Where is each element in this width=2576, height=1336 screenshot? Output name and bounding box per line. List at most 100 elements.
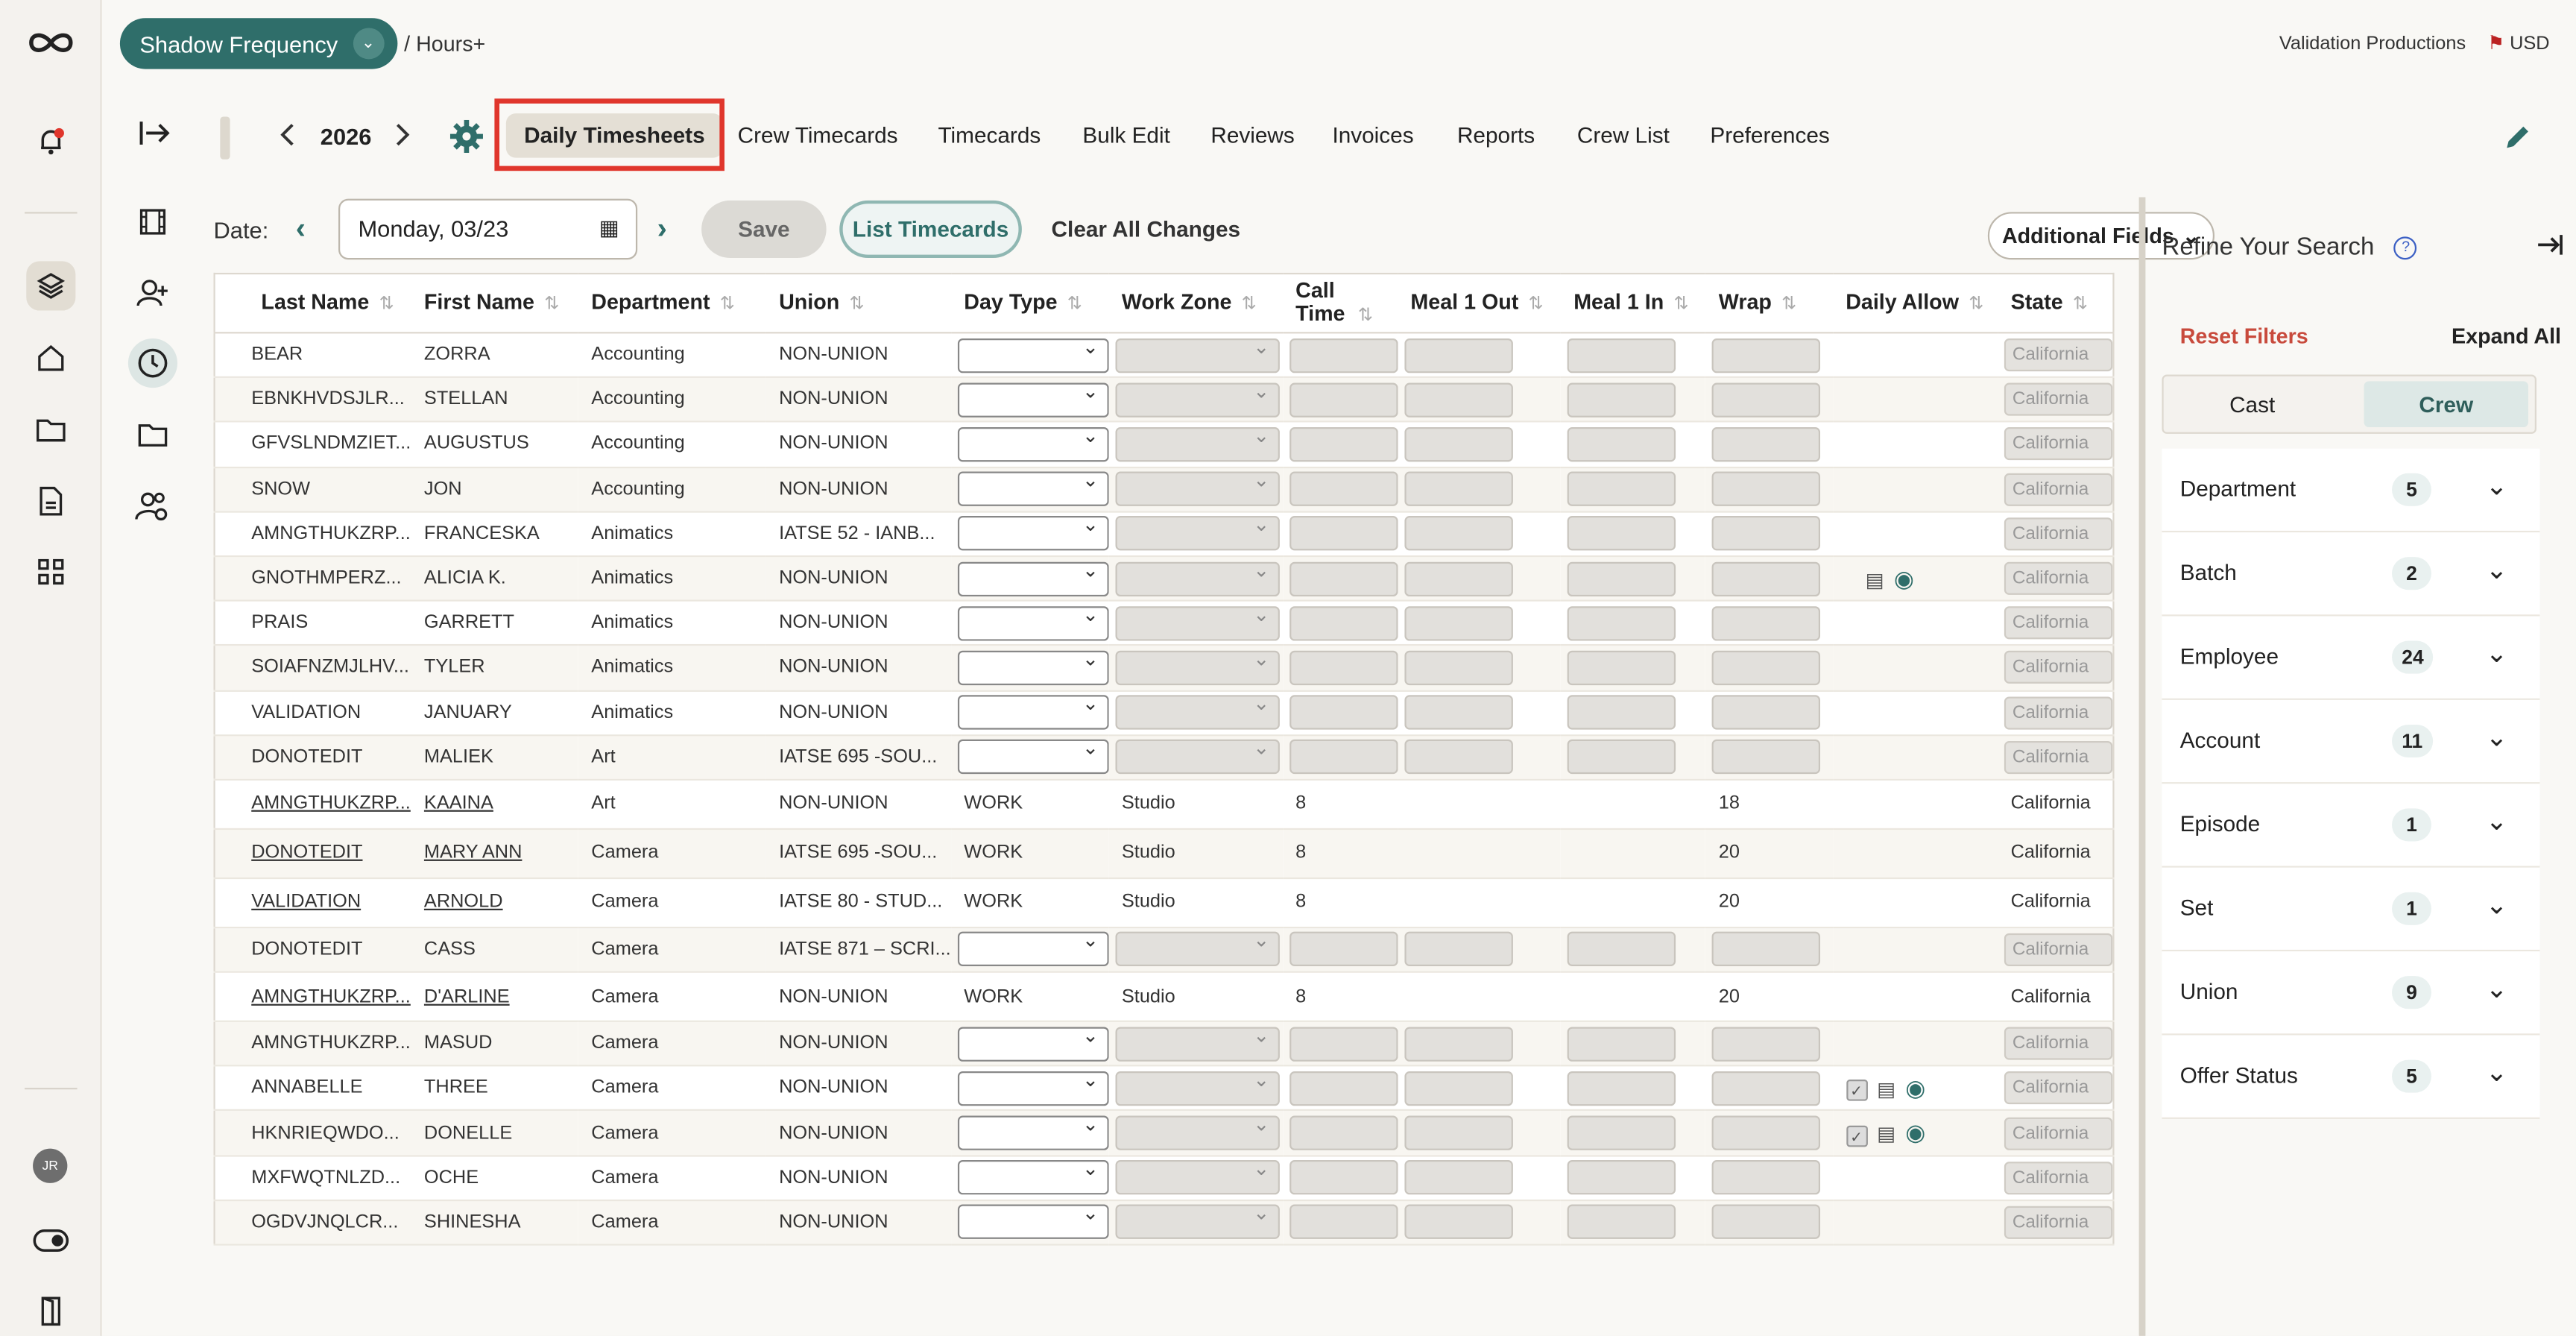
wrap-input[interactable] — [1711, 1115, 1821, 1150]
header-first-name[interactable]: First Name ⇅ — [411, 273, 578, 334]
sort-icon[interactable]: ⇅ — [850, 294, 865, 314]
filter-department[interactable]: Department 5 ⌄ — [2162, 448, 2540, 533]
cell-first-name-text[interactable]: MARY ANN — [424, 843, 522, 863]
home-icon[interactable] — [26, 333, 75, 382]
day-type-select[interactable] — [957, 379, 1109, 418]
meal-1-in-input[interactable] — [1567, 932, 1676, 967]
work-zone-select[interactable] — [1115, 1202, 1280, 1240]
team-settings-icon[interactable] — [128, 482, 177, 531]
cell-last-name-text[interactable]: AMNGTHUKZRP... — [251, 987, 411, 1006]
cell-last-name[interactable]: AMNGTHUKZRP... — [214, 779, 411, 830]
state-field[interactable]: California — [2004, 517, 2113, 550]
sort-icon[interactable]: ⇅ — [2073, 294, 2088, 314]
day-type-select[interactable] — [957, 1068, 1109, 1106]
cell-last-name-text[interactable]: AMNGTHUKZRP... — [251, 794, 411, 813]
state-field[interactable]: California — [2004, 1206, 2113, 1239]
filter-employee[interactable]: Employee 24 ⌄ — [2162, 616, 2540, 700]
clock-icon[interactable] — [127, 338, 178, 388]
chevron-down-icon[interactable]: ⌄ — [2486, 889, 2508, 921]
call-time-input[interactable] — [1289, 932, 1398, 967]
eye-icon[interactable]: ◉ — [1894, 564, 1914, 592]
header-day-type[interactable]: Day Type ⇅ — [950, 273, 1109, 334]
sort-icon[interactable]: ⇅ — [379, 294, 394, 314]
work-zone-select[interactable] — [1115, 468, 1280, 507]
meal-1-out-input[interactable] — [1404, 561, 1513, 596]
work-zone-select[interactable] — [1115, 558, 1280, 596]
expand-sidebar-icon[interactable] — [138, 120, 171, 154]
meal-1-out-input[interactable] — [1404, 740, 1513, 775]
cell-last-name-text[interactable]: VALIDATION — [251, 893, 361, 913]
header-wrap[interactable]: Wrap ⇅ — [1705, 273, 1833, 334]
call-time-input[interactable] — [1289, 1205, 1398, 1240]
tab-reports[interactable]: Reports — [1457, 123, 1535, 148]
work-zone-select[interactable] — [1115, 1068, 1280, 1106]
tab-preferences[interactable]: Preferences — [1710, 123, 1829, 148]
state-field[interactable]: California — [2004, 561, 2113, 595]
tab-reviews[interactable]: Reviews — [1210, 123, 1294, 148]
header-daily-allow[interactable]: Daily Allow ⇅ — [1832, 273, 1998, 334]
meal-1-in-input[interactable] — [1567, 471, 1676, 507]
toggle-icon[interactable] — [26, 1216, 75, 1265]
cell-last-name[interactable]: DONOTEDIT — [214, 828, 411, 879]
work-zone-select[interactable] — [1115, 1112, 1280, 1150]
day-type-select[interactable] — [957, 692, 1109, 730]
state-field[interactable]: California — [2004, 428, 2113, 461]
sort-icon[interactable]: ⇅ — [1358, 306, 1373, 325]
work-zone-select[interactable] — [1115, 737, 1280, 775]
document-icon[interactable] — [26, 476, 75, 526]
header-work-zone[interactable]: Work Zone ⇅ — [1108, 273, 1283, 334]
meal-1-out-input[interactable] — [1404, 471, 1513, 507]
cell-first-name-text[interactable]: ARNOLD — [424, 893, 503, 913]
wrap-input[interactable] — [1711, 426, 1821, 462]
meal-1-out-input[interactable] — [1404, 1115, 1513, 1150]
document-settings-icon[interactable]: ▤ — [1866, 568, 1884, 591]
work-zone-select[interactable] — [1115, 1157, 1280, 1195]
chevron-down-icon[interactable]: ⌄ — [2486, 470, 2508, 502]
work-zone-select[interactable] — [1115, 1023, 1280, 1062]
document-settings-icon[interactable]: ▤ — [1877, 1077, 1895, 1100]
work-zone-select[interactable] — [1115, 379, 1280, 418]
chevron-down-icon[interactable]: ⌄ — [2486, 805, 2508, 838]
expand-all-button[interactable]: Expand All — [2452, 324, 2561, 348]
meal-1-out-input[interactable] — [1404, 695, 1513, 730]
call-time-input[interactable] — [1289, 1026, 1398, 1062]
meal-1-out-input[interactable] — [1404, 516, 1513, 552]
wrap-input[interactable] — [1711, 695, 1821, 730]
edit-pencil-icon[interactable] — [2504, 122, 2534, 160]
state-field[interactable]: California — [2004, 1027, 2113, 1060]
wrap-input[interactable] — [1711, 605, 1821, 640]
day-type-select[interactable] — [957, 602, 1109, 640]
cell-first-name-text[interactable]: D'ARLINE — [424, 987, 510, 1006]
add-user-icon[interactable] — [128, 268, 177, 317]
meal-1-out-input[interactable] — [1404, 1160, 1513, 1195]
segment-cast[interactable]: Cast — [2170, 381, 2334, 427]
call-time-input[interactable] — [1289, 382, 1398, 418]
apps-grid-icon[interactable] — [26, 547, 75, 596]
wrap-input[interactable] — [1711, 382, 1821, 418]
sort-icon[interactable]: ⇅ — [1242, 294, 1257, 314]
meal-1-in-input[interactable] — [1567, 338, 1676, 373]
day-type-select[interactable] — [957, 424, 1109, 462]
header-union[interactable]: Union ⇅ — [765, 273, 951, 334]
call-time-input[interactable] — [1289, 1160, 1398, 1195]
day-type-select[interactable] — [957, 1157, 1109, 1195]
tab-invoices[interactable]: Invoices — [1332, 123, 1413, 148]
header-department[interactable]: Department ⇅ — [578, 273, 766, 334]
cell-last-name[interactable]: VALIDATION — [214, 877, 411, 928]
work-zone-select[interactable] — [1115, 424, 1280, 462]
tab-crew-timecards[interactable]: Crew Timecards — [738, 123, 898, 148]
call-time-input[interactable] — [1289, 516, 1398, 552]
meal-1-in-input[interactable] — [1567, 1026, 1676, 1062]
day-type-select[interactable] — [957, 468, 1109, 507]
allowance-checkbox[interactable]: ✓ — [1846, 1080, 1867, 1102]
state-field[interactable]: California — [2004, 1161, 2113, 1194]
cell-first-name[interactable]: ARNOLD — [411, 877, 578, 928]
wrap-input[interactable] — [1711, 471, 1821, 507]
chevron-down-icon[interactable]: ⌄ — [2486, 637, 2508, 670]
meal-1-out-input[interactable] — [1404, 1071, 1513, 1106]
cell-first-name[interactable]: MARY ANN — [411, 828, 578, 879]
sort-icon[interactable]: ⇅ — [1781, 294, 1796, 314]
call-time-input[interactable] — [1289, 605, 1398, 640]
filter-account[interactable]: Account 11 ⌄ — [2162, 699, 2540, 784]
collapse-panel-icon[interactable] — [2535, 233, 2565, 265]
